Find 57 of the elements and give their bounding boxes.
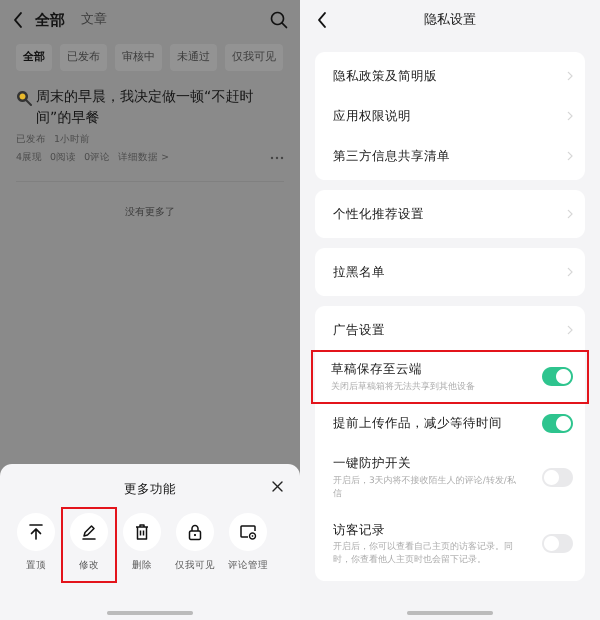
setting-label: 应用权限说明 [333, 106, 412, 125]
article-stat: 4展现 [16, 150, 42, 165]
chevron-icon [567, 267, 573, 277]
setting-label: 第三方信息共享清单 [333, 146, 451, 165]
more-icon[interactable] [270, 156, 284, 160]
end-of-list-text: 没有更多了 [125, 207, 175, 218]
setting-label: 访客记录 [333, 520, 386, 538]
setting-label: 个性化推荐设置 [333, 204, 425, 223]
search-icon[interactable] [270, 11, 288, 29]
setting-label: 广告设置 [333, 320, 386, 339]
setting-description: 关闭后草稿箱将无法共享到其他设备 [331, 380, 476, 394]
setting-description: 开启后，3天内将不接收陌生人的评论/转发/私信 [333, 474, 517, 500]
back-icon[interactable] [316, 11, 327, 29]
settings-row[interactable]: 广告设置 [315, 310, 585, 350]
action-button[interactable]: 置顶 [8, 506, 64, 583]
settings-row[interactable]: 隐私政策及简明版 [315, 56, 585, 96]
settings-row[interactable]: 应用权限说明 [315, 96, 585, 136]
toggle-switch[interactable] [542, 367, 573, 386]
article-title[interactable]: 周末的早晨，我决定做一顿“不赶时间”的早餐 [36, 86, 284, 128]
setting-label: 草稿保存至云端 [331, 360, 423, 378]
toggle-switch[interactable] [542, 414, 573, 434]
action-button[interactable]: 删除 [114, 506, 170, 583]
settings-row[interactable]: 一键防护开关 开启后，3天内将不接收陌生人的评论/转发/私信 [315, 444, 585, 510]
setting-label: 一键防护开关 [333, 454, 412, 472]
article-time: 1小时前 [54, 132, 90, 146]
chevron-icon [567, 151, 573, 161]
settings-row[interactable]: 提前上传作品，减少等待时间 [315, 404, 585, 444]
setting-label: 拉黑名单 [333, 262, 386, 281]
settings-row[interactable]: 第三方信息共享清单 [315, 136, 585, 176]
settings-row[interactable]: 拉黑名单 [315, 252, 585, 292]
chevron-icon [567, 111, 573, 121]
close-icon[interactable] [272, 481, 283, 492]
chevron-icon [567, 71, 573, 81]
filter-tab[interactable]: 已发布 [60, 44, 107, 70]
setting-label: 提前上传作品，减少等待时间 [333, 414, 503, 432]
setting-label: 隐私政策及简明版 [333, 66, 438, 85]
filter-tab[interactable]: 审核中 [115, 44, 162, 70]
filter-tab[interactable]: 仅我可见 [225, 44, 283, 70]
frying-pan-icon [16, 90, 32, 106]
filter-tab[interactable]: 全部 [16, 44, 52, 70]
section-label: 文章 [81, 11, 107, 30]
chevron-icon [567, 209, 573, 219]
setting-description: 开启后，你可以查看自己主页的访客记录。同时，你查看他人主页时也会留下记录。 [333, 541, 514, 568]
sheet-title: 更多功能 [124, 480, 176, 498]
chevron-icon [567, 325, 573, 335]
article-stat: 0阅读 [50, 150, 76, 165]
action-button[interactable]: 评论管理 [220, 506, 276, 583]
action-button[interactable]: 仅我可见 [167, 506, 223, 583]
action-button[interactable]: 修改 [61, 506, 117, 583]
settings-row[interactable]: 个性化推荐设置 [315, 194, 585, 234]
settings-row[interactable]: 草稿保存至云端 关闭后草稿箱将无法共享到其他设备 [311, 350, 589, 404]
settings-row[interactable]: 访客记录 开启后，你可以查看自己主页的访客记录。同时，你查看他人主页时也会留下记录。 [315, 510, 585, 578]
article-status: 已发布 [16, 132, 46, 146]
page-title: 隐私设置 [424, 11, 476, 30]
page-title: 全部 [35, 10, 65, 31]
article-stat: 0评论 [84, 150, 110, 165]
filter-tab[interactable]: 未通过 [170, 44, 217, 70]
